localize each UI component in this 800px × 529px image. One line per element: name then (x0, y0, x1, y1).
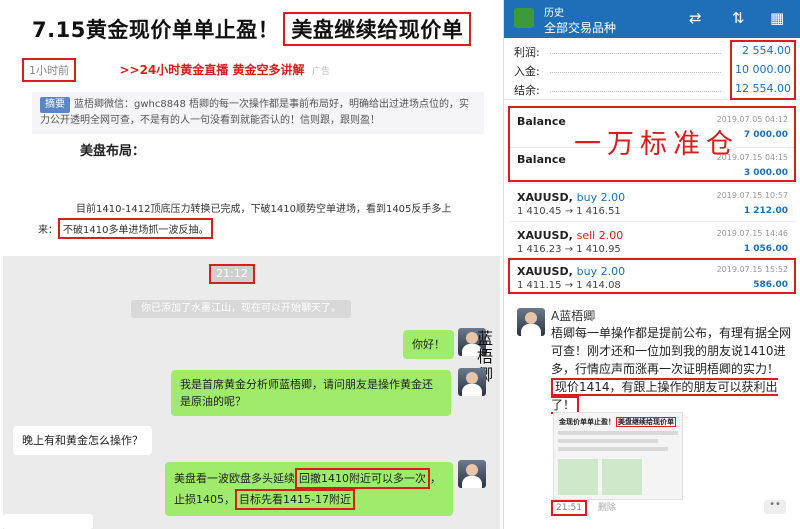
thumbnail-title-highlight: 美盘继续给现价单 (616, 417, 676, 427)
avatar[interactable] (517, 308, 545, 336)
calendar-icon[interactable]: ▦ (770, 9, 784, 27)
deal-side: sell 2.00 (576, 229, 624, 242)
sort-icon[interactable]: ⇅ (732, 9, 745, 27)
chat-bubble-received[interactable]: 晚上有和黄金怎么操作？ (13, 426, 152, 455)
chat-bubble-sent[interactable]: 我是首席黄金分析师蓝梧卿，请问朋友是操作黄金还是原油的呢？ (171, 370, 451, 416)
article-subhead: 美盘布局： (80, 144, 146, 159)
chat-bubble-sent[interactable]: 你好！ (403, 330, 454, 359)
annotation-label: 一万标准仓 (574, 129, 739, 160)
chat-bubble-sent[interactable]: 美盘看一波欧盘多头延续 回撤1410附近可以多一次 ，止损1405， 目标先看1415… (165, 462, 453, 516)
app-logo-icon[interactable] (514, 8, 534, 28)
live-promo-link[interactable]: >>24小时黄金直播 黄金空多讲解 (120, 63, 305, 77)
summary-label: 入金: (514, 65, 540, 78)
post-time: 21:51 (551, 500, 587, 516)
highlight-box (508, 258, 796, 294)
article-time: 1小时前 (22, 58, 76, 82)
post-footer: 21:51 删除 (551, 500, 616, 516)
deal-side: buy 2.00 (576, 191, 626, 204)
system-message: 你已添加了水墨江山，现在可以开始聊天了。 (131, 300, 351, 318)
deal-date: 2019.07.15 10:57 (716, 191, 788, 200)
deal-prices: 1 410.45 → 1 416.51 (517, 206, 621, 217)
avatar[interactable] (458, 368, 486, 396)
summary-label: 利润: (514, 46, 540, 59)
article-title: 7.15黄金现价单单止盈！ 美盘继续给现价单 (32, 12, 472, 46)
post-author[interactable]: A蓝梧卿 (551, 307, 595, 324)
trading-app-panel: 历史 全部交易品种 ⇄ ⇅ ▦ 利润: 2 554.00 入金: 10 000.00… (503, 0, 800, 529)
deal-amount: 1 056.00 (743, 244, 788, 254)
article-title-highlight: 美盘继续给现价单 (283, 12, 472, 46)
article-meta: 1小时前 >>24小时黄金直播 黄金空多讲解 广告 (22, 58, 331, 82)
delete-link[interactable]: 删除 (598, 503, 616, 513)
currency-exchange-icon[interactable]: ⇄ (689, 9, 702, 27)
deal-date: 2019.07.15 14:46 (716, 229, 788, 238)
deal-symbol-text: XAUUSD, (517, 191, 573, 204)
deal-amount: 1 212.00 (743, 206, 788, 216)
article-summary: 摘要 蓝梧卿微信：gwhc8848 梧卿的每一次操作都是事前布局好，明确给出过进场… (32, 92, 484, 134)
header-title[interactable]: 全部交易品种 (544, 19, 616, 36)
article-panel: 7.15黄金现价单单止盈！ 美盘继续给现价单 1小时前 >>24小时黄金直播 黄金… (0, 0, 500, 253)
summary-text: 蓝梧卿微信：gwhc8848 梧卿的每一次操作都是事前布局好，明确给出过进场点位… (40, 99, 469, 126)
thumbnail-title-text: 金现价单单止盈！ (559, 418, 615, 426)
post-thumbnail[interactable]: 金现价单单止盈！ 美盘继续给现价单 (553, 412, 683, 500)
article-body-line: 目前1410-1412顶底压力转换已完成，下破1410顺势空单进场，看到1405… (76, 204, 452, 215)
body-highlight: 不破1410多单进场抓一波反抽。 (58, 218, 214, 239)
body-prefix: 来： (38, 225, 58, 236)
thumbnail-title: 金现价单单止盈！ 美盘继续给现价单 (558, 417, 676, 427)
post-text-highlight: 现价1414，有跟上操作的朋友可以获利出了！ (551, 378, 778, 414)
message-highlight: 回撤1410附近可以多一次 (295, 468, 430, 489)
social-post: A蓝梧卿 梧卿每一单操作都是提前公布，有理有据全网可查！刚才还和一位加到我的朋友… (509, 300, 796, 529)
message-text: 美盘看一波欧盘多头延续 (174, 472, 295, 485)
deal-symbol-text: XAUUSD, (517, 229, 573, 242)
deal-prices: 1 416.23 → 1 410.95 (517, 244, 621, 255)
header-subtitle: 历史 (544, 8, 564, 19)
chat-timestamp: 21:12 (209, 264, 255, 284)
post-text: 梧卿每一单操作都是提前公布，有理有据全网可查！刚才还和一位加到我的朋友说1410… (551, 324, 791, 414)
article-title-main: 7.15黄金现价单单止盈！ (32, 18, 280, 42)
ad-tag: 广告 (312, 67, 331, 77)
article-body-line: 来： 不破1410多单进场抓一波反抽。 (38, 218, 214, 239)
avatar[interactable] (458, 460, 486, 488)
deal-symbol: XAUUSD, buy 2.00 (517, 191, 625, 204)
summary-tag: 摘要 (40, 97, 70, 113)
more-options-button[interactable]: •• (764, 500, 786, 514)
deal-row[interactable]: XAUUSD, sell 2.00 1 416.23 → 1 410.95 20… (509, 224, 796, 258)
highlight-box (730, 40, 796, 100)
chat-bubble-partial (3, 514, 93, 529)
message-highlight: 目标先看1415-17附近 (235, 489, 355, 510)
post-text-body: 梧卿每一单操作都是提前公布，有理有据全网可查！刚才还和一位加到我的朋友说1410… (551, 326, 792, 376)
deal-row[interactable]: XAUUSD, buy 2.00 1 410.45 → 1 416.51 201… (509, 186, 796, 222)
chat-panel: 21:12 你已添加了水墨江山，现在可以开始聊天了。 你好！ 蓝梧卿 我是首席黄… (3, 256, 500, 529)
app-header: 历史 全部交易品种 ⇄ ⇅ ▦ (504, 0, 800, 38)
deal-symbol: XAUUSD, sell 2.00 (517, 229, 623, 242)
summary-label: 结余: (514, 84, 540, 97)
